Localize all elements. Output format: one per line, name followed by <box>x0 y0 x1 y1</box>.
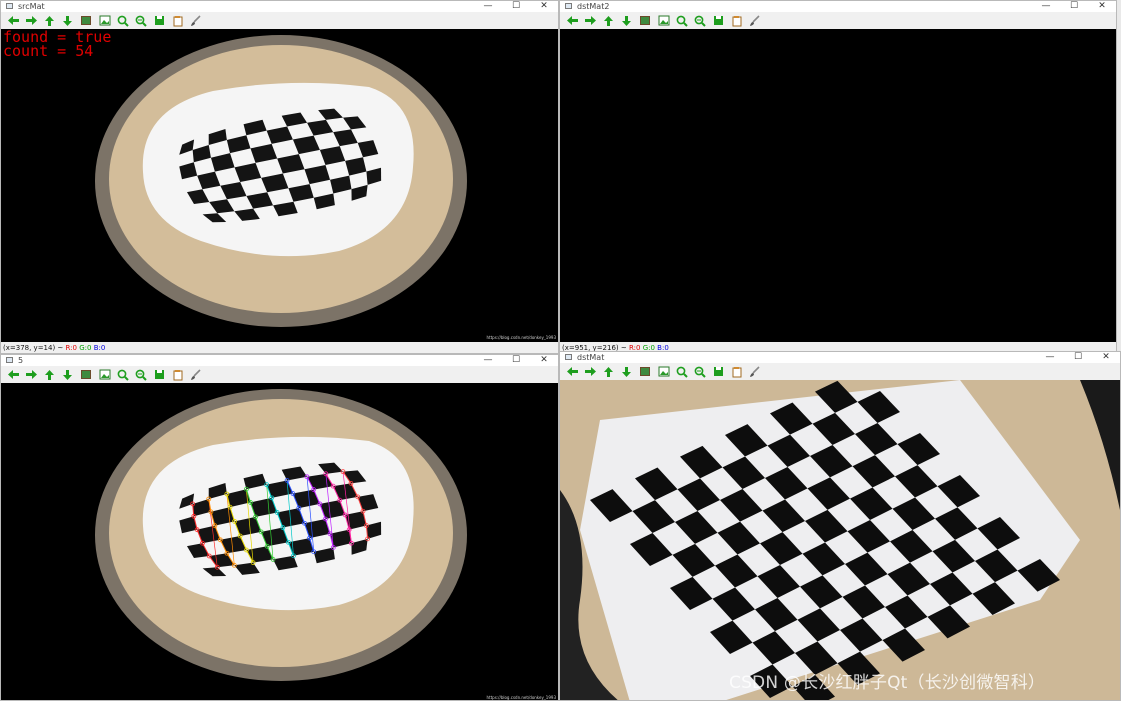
title-bar[interactable]: dstMat — ☐ ✕ <box>560 352 1120 363</box>
window-title: dstMat <box>577 353 605 362</box>
arrow-right-icon[interactable] <box>24 14 38 27</box>
status-coord: (x=378, y=14) ~ <box>3 344 64 352</box>
image-icon[interactable] <box>79 368 93 381</box>
status-r: R:0 <box>65 344 77 352</box>
arrow-up-icon[interactable] <box>43 368 57 381</box>
close-button[interactable]: ✕ <box>530 355 558 366</box>
app-icon <box>6 357 13 363</box>
brush-icon[interactable] <box>189 368 203 381</box>
window-title: srcMat <box>18 2 45 11</box>
arrow-left-icon[interactable] <box>6 14 20 27</box>
copy-icon[interactable] <box>730 365 744 378</box>
status-b: B:0 <box>93 344 106 352</box>
minimize-button[interactable]: — <box>474 1 502 12</box>
zoom-in-icon[interactable] <box>116 368 130 381</box>
image-canvas[interactable]: https://blog.csdn.net/donkey_1993 <box>1 383 558 700</box>
image-icon[interactable] <box>79 14 93 27</box>
undistorted-image <box>560 380 1120 700</box>
copy-icon[interactable] <box>730 14 744 27</box>
overlay-count: count = 54 <box>3 42 94 60</box>
app-icon <box>565 3 572 9</box>
title-bar[interactable]: dstMat2 — ☐ ✕ <box>560 1 1116 12</box>
arrow-right-icon[interactable] <box>583 14 597 27</box>
zoom-out-icon[interactable] <box>134 368 148 381</box>
arrow-up-icon[interactable] <box>602 365 616 378</box>
window-dstmat2[interactable]: dstMat2 — ☐ ✕ (x=951, y=216) ~ R:0 G:0 B… <box>559 0 1117 354</box>
picture-icon[interactable] <box>98 368 112 381</box>
status-g: G:0 <box>79 344 92 352</box>
minimize-button[interactable]: — <box>1036 352 1064 363</box>
fisheye-image <box>95 389 467 681</box>
arrow-right-icon[interactable] <box>583 365 597 378</box>
save-icon[interactable] <box>711 365 725 378</box>
window-5[interactable]: 5 — ☐ ✕ https://blog.csdn.net/donkey_199… <box>0 354 559 701</box>
window-title: 5 <box>18 356 24 365</box>
save-icon[interactable] <box>152 14 166 27</box>
title-bar[interactable]: 5 — ☐ ✕ <box>1 355 558 366</box>
picture-icon[interactable] <box>657 365 671 378</box>
zoom-out-icon[interactable] <box>693 14 707 27</box>
app-icon <box>6 3 13 9</box>
maximize-button[interactable]: ☐ <box>502 355 530 366</box>
close-button[interactable]: ✕ <box>1092 352 1120 363</box>
picture-icon[interactable] <box>657 14 671 27</box>
save-icon[interactable] <box>711 14 725 27</box>
image-icon[interactable] <box>638 365 652 378</box>
image-canvas[interactable] <box>560 29 1116 342</box>
image-credit: https://blog.csdn.net/donkey_1993 <box>486 335 557 340</box>
save-icon[interactable] <box>152 368 166 381</box>
arrow-down-icon[interactable] <box>620 365 634 378</box>
minimize-button[interactable]: — <box>1032 1 1060 12</box>
arrow-left-icon[interactable] <box>565 14 579 27</box>
image-credit: https://blog.csdn.net/donkey_1993 <box>486 695 557 700</box>
arrow-up-icon[interactable] <box>602 14 616 27</box>
image-canvas[interactable] <box>560 380 1120 700</box>
status-bar: (x=378, y=14) ~ R:0 G:0 B:0 <box>1 342 558 353</box>
brush-icon[interactable] <box>189 14 203 27</box>
toolbar <box>560 12 1116 29</box>
arrow-right-icon[interactable] <box>24 368 38 381</box>
toolbar <box>560 363 1120 380</box>
window-title: dstMat2 <box>577 2 610 11</box>
csdn-watermark: CSDN @长沙红胖子Qt（长沙创微智科） <box>729 673 1046 693</box>
arrow-down-icon[interactable] <box>61 14 75 27</box>
window-srcmat[interactable]: srcMat — ☐ ✕ found = true count = 54 htt… <box>0 0 559 354</box>
image-canvas[interactable]: found = true count = 54 https://blog.csd… <box>1 29 558 342</box>
picture-icon[interactable] <box>98 14 112 27</box>
copy-icon[interactable] <box>171 368 185 381</box>
window-dstmat[interactable]: dstMat — ☐ ✕ <box>559 351 1121 701</box>
fisheye-image <box>95 35 467 327</box>
brush-icon[interactable] <box>748 14 762 27</box>
close-button[interactable]: ✕ <box>1088 1 1116 12</box>
toolbar <box>1 12 558 29</box>
arrow-down-icon[interactable] <box>620 14 634 27</box>
maximize-button[interactable]: ☐ <box>1060 1 1088 12</box>
zoom-in-icon[interactable] <box>675 14 689 27</box>
maximize-button[interactable]: ☐ <box>502 1 530 12</box>
zoom-in-icon[interactable] <box>675 365 689 378</box>
toolbar <box>1 366 558 383</box>
arrow-left-icon[interactable] <box>565 365 579 378</box>
image-icon[interactable] <box>638 14 652 27</box>
close-button[interactable]: ✕ <box>530 1 558 12</box>
zoom-out-icon[interactable] <box>134 14 148 27</box>
title-bar[interactable]: srcMat — ☐ ✕ <box>1 1 558 12</box>
arrow-down-icon[interactable] <box>61 368 75 381</box>
zoom-in-icon[interactable] <box>116 14 130 27</box>
app-icon <box>565 354 572 360</box>
arrow-left-icon[interactable] <box>6 368 20 381</box>
copy-icon[interactable] <box>171 14 185 27</box>
arrow-up-icon[interactable] <box>43 14 57 27</box>
minimize-button[interactable]: — <box>474 355 502 366</box>
maximize-button[interactable]: ☐ <box>1064 352 1092 363</box>
zoom-out-icon[interactable] <box>693 365 707 378</box>
brush-icon[interactable] <box>748 365 762 378</box>
